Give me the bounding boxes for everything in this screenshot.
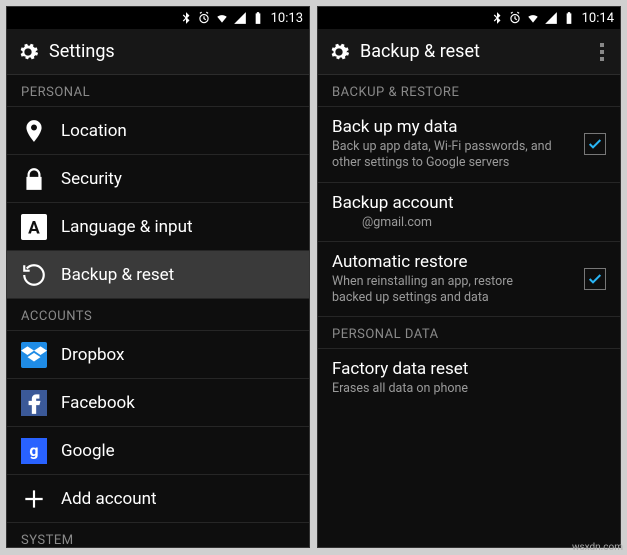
row-label: Backup & reset [61,265,174,285]
row-label: Dropbox [61,345,125,365]
signal-icon [233,11,247,25]
overflow-menu-button[interactable] [592,37,612,67]
settings-list[interactable]: PERSONAL Location Security A Language & … [7,75,309,547]
dot-icon [600,57,604,61]
facebook-icon [21,390,47,416]
alarm-icon [508,11,522,25]
row-dropbox[interactable]: Dropbox [7,331,309,379]
row-sub: @gmail.com [332,215,552,231]
app-bar: Settings [7,29,309,75]
row-security[interactable]: Security [7,155,309,203]
bluetooth-icon [490,11,504,25]
row-automatic-restore[interactable]: Automatic restore When reinstalling an a… [318,242,620,318]
status-clock: 10:13 [271,11,303,26]
row-label: Location [61,121,127,141]
row-label: Add account [61,489,157,509]
row-label: Google [61,441,115,461]
row-add-account[interactable]: Add account [7,475,309,523]
svg-text:A: A [28,218,40,238]
row-backup-reset[interactable]: Backup & reset [7,251,309,299]
dot-icon [600,50,604,54]
app-bar-title: Settings [49,41,115,62]
row-title: Back up my data [332,117,606,137]
row-factory-reset[interactable]: Factory data reset Erases all data on ph… [318,349,620,407]
status-clock: 10:14 [582,11,614,26]
row-language[interactable]: A Language & input [7,203,309,251]
section-accounts: ACCOUNTS [7,299,309,331]
app-bar-title: Backup & reset [360,41,480,62]
watermark: wsxdn.com [572,542,623,553]
status-bar: 10:13 [7,7,309,29]
row-facebook[interactable]: Facebook [7,379,309,427]
section-personal-data: PERSONAL DATA [318,317,620,349]
row-title: Backup account [332,193,606,213]
row-sub: Back up app data, Wi-Fi passwords, and o… [332,139,552,172]
row-google[interactable]: g Google [7,427,309,475]
status-bar: 10:14 [318,7,620,29]
row-location[interactable]: Location [7,107,309,155]
backup-reset-list[interactable]: BACKUP & RESTORE Back up my data Back up… [318,75,620,547]
row-label: Security [61,169,122,189]
row-backup-account[interactable]: Backup account @gmail.com [318,183,620,242]
checkbox-auto-restore[interactable] [584,268,606,290]
backup-reset-screen: 10:14 Backup & reset BACKUP & RESTORE Ba… [317,6,621,548]
restore-icon [21,262,47,288]
signal-icon [544,11,558,25]
location-icon [21,118,47,144]
row-sub: Erases all data on phone [332,381,552,397]
row-title: Automatic restore [332,252,606,272]
section-backup-restore: BACKUP & RESTORE [318,75,620,107]
battery-icon [562,11,576,25]
lock-icon [21,166,47,192]
plus-addaccount-icon [21,486,47,512]
wifi-icon [526,11,540,25]
section-personal: PERSONAL [7,75,309,107]
alarm-icon [197,11,211,25]
row-label: Facebook [61,393,135,413]
gear-icon[interactable] [328,41,350,63]
battery-icon [251,11,265,25]
settings-screen: 10:13 Settings PERSONAL Location Securit… [6,6,310,548]
dot-icon [600,43,604,47]
app-bar: Backup & reset [318,29,620,75]
row-backup-my-data[interactable]: Back up my data Back up app data, Wi-Fi … [318,107,620,183]
wifi-icon [215,11,229,25]
row-sub: When reinstalling an app, restore backed… [332,274,552,307]
row-label: Language & input [61,217,193,237]
language-icon: A [21,214,47,240]
gear-icon [17,41,39,63]
bluetooth-icon [179,11,193,25]
section-system: SYSTEM [7,523,309,547]
dropbox-icon [21,342,47,368]
row-title: Factory data reset [332,359,606,379]
google-icon: g [21,438,47,464]
checkbox-backup-data[interactable] [584,133,606,155]
